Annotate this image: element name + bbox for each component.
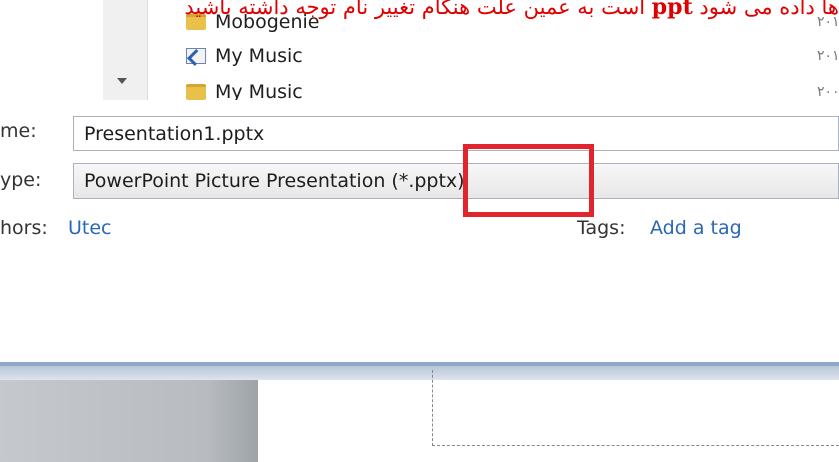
authors-link[interactable]: Utec bbox=[68, 217, 112, 239]
authors-label: hors: bbox=[0, 217, 48, 239]
file-item-date: ۲۰۰ bbox=[817, 84, 839, 100]
save-type-select[interactable]: PowerPoint Picture Presentation (*.pptx) bbox=[73, 163, 839, 199]
file-item-name: My Music bbox=[215, 45, 303, 67]
slide-placeholder-outline bbox=[432, 370, 839, 446]
shortcut-icon bbox=[186, 48, 206, 64]
file-name-value: Presentation1.pptx bbox=[84, 122, 265, 145]
annotation-text-end: است به عمین علت هنگام تغییر نام توجه داش… bbox=[184, 0, 652, 19]
add-tag-link[interactable]: Add a tag bbox=[650, 217, 742, 239]
annotation-text-start: ها داده می شود bbox=[692, 0, 839, 19]
save-type-label: ype: bbox=[0, 169, 42, 191]
tags-label: Tags: bbox=[577, 217, 626, 239]
save-form-panel: me: Presentation1.pptx ype: PowerPoint P… bbox=[0, 100, 839, 366]
annotation-bold-text: ppt bbox=[651, 0, 693, 20]
file-item-my-music-shortcut[interactable]: My Music ۲۰۱ bbox=[186, 44, 839, 68]
scroll-down-arrow-icon[interactable] bbox=[117, 78, 127, 84]
annotation-caption: ها داده می شود ppt است به عمین علت هنگام… bbox=[0, 0, 839, 20]
file-item-date: ۲۰۱ bbox=[817, 48, 839, 64]
music-folder-icon bbox=[186, 84, 206, 100]
file-name-input[interactable]: Presentation1.pptx bbox=[73, 116, 839, 151]
pptx-highlight-box bbox=[463, 144, 594, 217]
file-name-label: me: bbox=[0, 120, 37, 142]
slide-pane bbox=[0, 380, 258, 462]
save-type-value: PowerPoint Picture Presentation (*.pptx) bbox=[84, 170, 465, 192]
